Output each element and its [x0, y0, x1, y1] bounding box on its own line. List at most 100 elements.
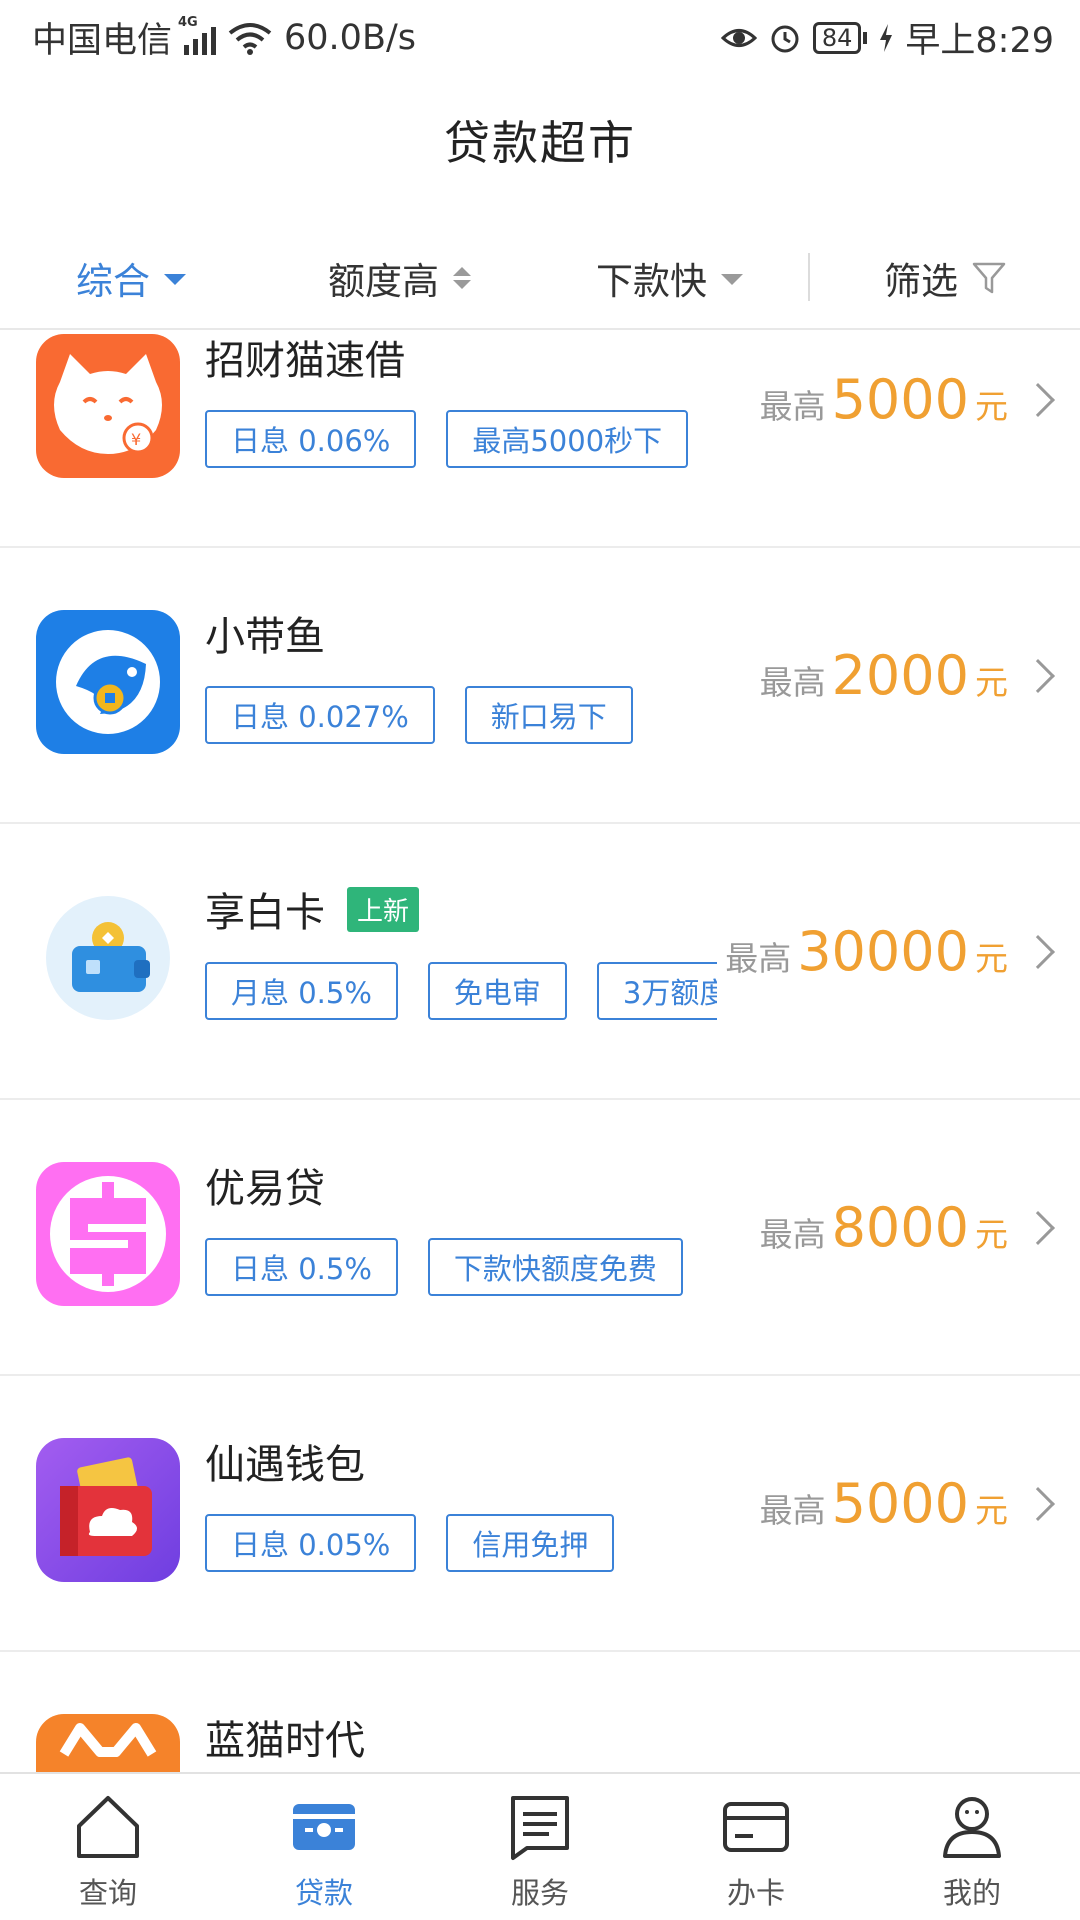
loan-tag: 信用免押: [446, 1514, 615, 1572]
loan-icon: [293, 1804, 355, 1850]
amount-value: 5000: [831, 1472, 969, 1535]
loan-tag: 月息 0.5%: [205, 962, 398, 1020]
nav-loan[interactable]: 贷款: [216, 1774, 432, 1920]
sort-icon: [453, 266, 471, 289]
loan-tag: 日息 0.06%: [205, 410, 417, 468]
chevron-right-icon: [1021, 659, 1055, 693]
nav-mine-label: 我的: [942, 1876, 1001, 1910]
network-speed: 60.0B/s: [284, 17, 416, 58]
filter-button-label: 筛选: [884, 259, 958, 303]
triangle-down-icon: [164, 274, 186, 285]
alarm-icon: [771, 25, 799, 52]
eye-comfort-icon: [720, 28, 757, 47]
nav-query[interactable]: 查询: [0, 1774, 216, 1920]
svg-text:¥: ¥: [131, 430, 141, 449]
cloud-wallet-icon: [36, 1438, 180, 1582]
divider: [808, 253, 810, 301]
loan-item[interactable]: 蓝猫时代: [0, 1652, 1080, 1772]
loan-max-amount: 最高 5000 元: [760, 1472, 1008, 1535]
loan-tag: 新口易下: [464, 686, 633, 744]
loan-tag: 下款快额度免费: [427, 1238, 683, 1296]
triangle-down-icon: [721, 274, 743, 285]
loan-name: 享白卡: [205, 890, 325, 936]
loan-tags: 日息 0.5% 下款快额度免费: [205, 1238, 717, 1298]
filter-bar: 综合 额度高 下款快 筛选: [0, 225, 1080, 330]
amount-value: 5000: [831, 368, 969, 431]
loan-tag: 3万额度: [596, 962, 717, 1020]
nav-query-label: 查询: [78, 1876, 137, 1910]
loan-tags: 日息 0.05% 信用免押: [205, 1514, 717, 1574]
nav-service-label: 服务: [510, 1876, 569, 1910]
amount-unit: 元: [975, 663, 1008, 702]
chevron-right-icon: [1021, 1487, 1055, 1521]
chevron-right-icon: [1021, 1211, 1055, 1245]
amount-prefix: 最高: [725, 939, 792, 978]
nav-loan-label: 贷款: [294, 1876, 353, 1910]
tab-comprehensive[interactable]: 综合: [76, 225, 186, 330]
loan-tag: 免电审: [427, 962, 567, 1020]
tab-amount-high[interactable]: 额度高: [328, 225, 471, 330]
amount-value: 8000: [831, 1196, 969, 1259]
loan-name: 蓝猫时代: [205, 1718, 365, 1764]
amount-unit: 元: [975, 1215, 1008, 1254]
document-icon: [511, 1796, 569, 1860]
loan-tags: 日息 0.06% 最高5000秒下: [205, 410, 717, 470]
loan-item[interactable]: 享白卡 上新 月息 0.5% 免电审 3万额度 最高 30000 元: [0, 824, 1080, 1100]
wallet-coin-icon: [36, 886, 180, 1030]
nav-card[interactable]: 办卡: [648, 1774, 864, 1920]
tab-amount-high-label: 额度高: [328, 259, 439, 303]
filter-funnel-icon: [972, 262, 1006, 293]
card-icon: [723, 1802, 789, 1852]
loan-list: ¥ 招财猫速借 日息 0.06% 最高5000秒下 最高 5000 元 小带鱼 …: [0, 332, 1080, 1772]
loan-max-amount: 最高 2000 元: [760, 644, 1008, 707]
dollar-badge-icon: [36, 1162, 180, 1306]
loan-tag: 最高5000秒下: [446, 410, 689, 468]
loan-item[interactable]: 小带鱼 日息 0.027% 新口易下 最高 2000 元: [0, 548, 1080, 824]
loan-max-amount: 最高 5000 元: [760, 368, 1008, 431]
amount-unit: 元: [975, 387, 1008, 426]
fish-coin-icon: [36, 610, 180, 754]
status-bar: 中国电信 4G 60.0B/s 84 早上8:29: [0, 0, 1080, 75]
chevron-right-icon: [1021, 383, 1055, 417]
cell-signal-icon: 4G: [178, 15, 217, 55]
loan-tags: 日息 0.027% 新口易下: [205, 686, 717, 746]
loan-tags: 月息 0.5% 免电审 3万额度: [205, 962, 717, 1022]
amount-unit: 元: [975, 1491, 1008, 1530]
amount-unit: 元: [975, 939, 1008, 978]
filter-button[interactable]: 筛选: [884, 225, 1006, 330]
amount-prefix: 最高: [759, 663, 826, 702]
tab-fast-payout[interactable]: 下款快: [596, 225, 743, 330]
loan-name: 小带鱼: [205, 614, 325, 660]
loan-tag: 日息 0.5%: [205, 1238, 398, 1296]
wifi-icon: [228, 22, 272, 55]
cat-ears-icon: [36, 1714, 180, 1772]
loan-name: 优易贷: [205, 1166, 325, 1212]
amount-value: 30000: [797, 920, 969, 983]
battery-icon: 84: [812, 21, 868, 54]
clock: 早上8:29: [905, 21, 1054, 61]
loan-item[interactable]: 仙遇钱包 日息 0.05% 信用免押 最高 5000 元: [0, 1376, 1080, 1652]
carrier-name: 中国电信: [32, 21, 173, 61]
loan-tag: 日息 0.027%: [205, 686, 435, 744]
nav-service[interactable]: 服务: [432, 1774, 648, 1920]
amount-prefix: 最高: [759, 1215, 826, 1254]
user-icon: [943, 1797, 1001, 1858]
amount-value: 2000: [831, 644, 969, 707]
new-badge: 上新: [347, 886, 420, 932]
loan-name: 招财猫速借: [205, 338, 405, 384]
loan-item[interactable]: 优易贷 日息 0.5% 下款快额度免费 最高 8000 元: [0, 1100, 1080, 1376]
home-icon: [77, 1796, 139, 1858]
tab-comprehensive-label: 综合: [76, 259, 150, 303]
loan-name: 仙遇钱包: [205, 1442, 365, 1488]
chevron-right-icon: [1021, 935, 1055, 969]
tab-fast-payout-label: 下款快: [596, 259, 707, 303]
charging-icon: [880, 23, 893, 52]
nav-mine[interactable]: 我的: [864, 1774, 1080, 1920]
loan-item[interactable]: ¥ 招财猫速借 日息 0.06% 最高5000秒下 最高 5000 元: [0, 332, 1080, 548]
lucky-cat-icon: ¥: [36, 334, 180, 478]
amount-prefix: 最高: [759, 387, 826, 426]
page-title: 贷款超市: [444, 116, 636, 170]
app-header: 贷款超市: [0, 75, 1080, 205]
amount-prefix: 最高: [759, 1491, 826, 1530]
loan-max-amount: 最高 30000 元: [725, 920, 1008, 983]
